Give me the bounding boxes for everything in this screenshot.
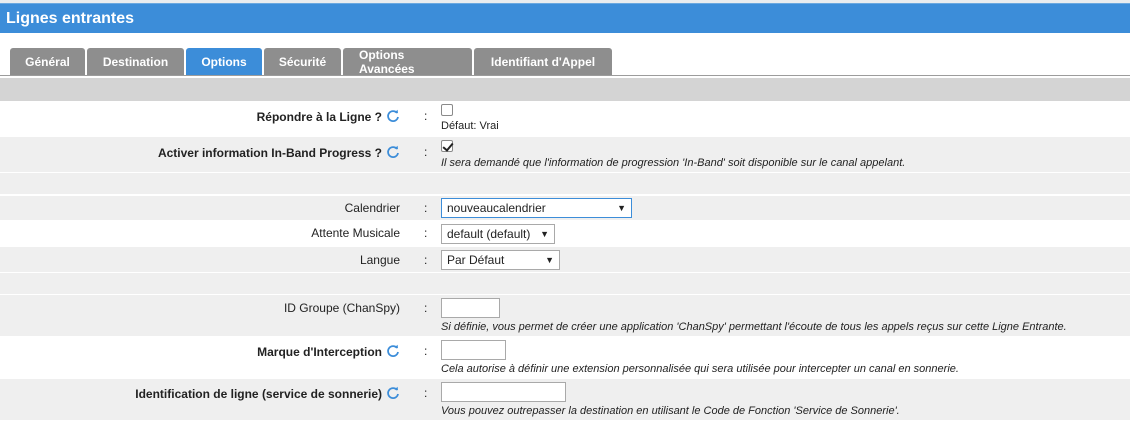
moh-label: Attente Musicale — [311, 226, 400, 240]
tab-destination[interactable]: Destination — [87, 48, 184, 76]
section-header — [0, 78, 1130, 101]
inband-desc: Il sera demandé que l'information de pro… — [441, 157, 906, 169]
spacer — [0, 273, 1130, 294]
row-calendar: Calendrier : nouveaucalendrier ▼ — [0, 196, 1130, 220]
colon: : — [424, 301, 428, 315]
row-ring-service: Identification de ligne (service de sonn… — [0, 379, 1130, 420]
inband-checkbox[interactable] — [441, 140, 453, 152]
intercept-label: Marque d'Interception — [257, 345, 382, 359]
refresh-icon[interactable] — [386, 109, 400, 123]
colon: : — [424, 109, 428, 123]
refresh-icon[interactable] — [386, 386, 400, 400]
colon: : — [424, 145, 428, 159]
row-inband: Activer information In-Band Progress ? :… — [0, 137, 1130, 172]
colon: : — [424, 386, 428, 400]
chanspy-desc: Si définie, vous permet de créer une app… — [441, 321, 1067, 333]
spacer — [0, 173, 1130, 194]
inband-label-wrap: Activer information In-Band Progress ? — [158, 145, 400, 160]
language-select[interactable]: Par Défaut ▼ — [441, 250, 560, 270]
chevron-down-icon: ▼ — [545, 255, 554, 265]
colon: : — [424, 253, 428, 267]
intercept-desc: Cela autorise à définir une extension pe… — [441, 363, 959, 375]
row-language: Langue : Par Défaut ▼ — [0, 247, 1130, 272]
answer-label-wrap: Répondre à la Ligne ? — [257, 109, 400, 124]
ring-service-label-wrap: Identification de ligne (service de sonn… — [135, 386, 400, 401]
colon: : — [424, 226, 428, 240]
tab-advanced-options[interactable]: Options Avancées — [343, 48, 472, 76]
colon: : — [424, 201, 428, 215]
chanspy-label: ID Groupe (ChanSpy) — [283, 301, 400, 315]
page-title: Lignes entrantes — [0, 3, 1130, 33]
calendar-value: nouveaucalendrier — [447, 201, 546, 215]
inband-checkbox-box[interactable] — [441, 140, 453, 152]
colon: : — [424, 344, 428, 358]
tab-options[interactable]: Options — [186, 48, 262, 76]
ring-service-input[interactable] — [441, 382, 566, 402]
moh-value: default (default) — [447, 227, 531, 241]
intercept-input[interactable] — [441, 340, 506, 360]
row-answer: Répondre à la Ligne ? : Défaut: Vrai — [0, 101, 1130, 136]
answer-checkbox-box[interactable] — [441, 104, 453, 116]
chevron-down-icon: ▼ — [617, 203, 626, 213]
calendar-select[interactable]: nouveaucalendrier ▼ — [441, 198, 632, 218]
tab-divider — [0, 75, 1130, 76]
refresh-icon[interactable] — [386, 344, 400, 358]
row-intercept: Marque d'Interception : Cela autorise à … — [0, 337, 1130, 378]
inband-label: Activer information In-Band Progress ? — [157, 146, 382, 160]
chanspy-input[interactable] — [441, 298, 500, 318]
intercept-label-wrap: Marque d'Interception — [257, 344, 400, 359]
chevron-down-icon: ▼ — [540, 229, 549, 239]
language-label: Langue — [359, 253, 400, 267]
row-moh: Attente Musicale : default (default) ▼ — [0, 221, 1130, 246]
answer-default-text: Défaut: Vrai — [441, 120, 499, 132]
answer-label: Répondre à la Ligne ? — [256, 110, 382, 124]
row-chanspy: ID Groupe (ChanSpy) : Si définie, vous p… — [0, 295, 1130, 336]
moh-select[interactable]: default (default) ▼ — [441, 224, 555, 244]
tab-caller-id[interactable]: Identifiant d'Appel — [474, 48, 612, 76]
ring-service-label: Identification de ligne (service de sonn… — [135, 387, 382, 401]
calendar-label: Calendrier — [344, 201, 400, 215]
answer-checkbox[interactable] — [441, 104, 453, 116]
ring-service-desc: Vous pouvez outrepasser la destination e… — [441, 405, 900, 417]
footer-spacer — [0, 421, 1130, 436]
tab-bar: Général Destination Options Sécurité Opt… — [10, 48, 614, 76]
refresh-icon[interactable] — [386, 145, 400, 159]
tab-security[interactable]: Sécurité — [264, 48, 341, 76]
tab-general[interactable]: Général — [10, 48, 85, 76]
language-value: Par Défaut — [447, 253, 505, 267]
